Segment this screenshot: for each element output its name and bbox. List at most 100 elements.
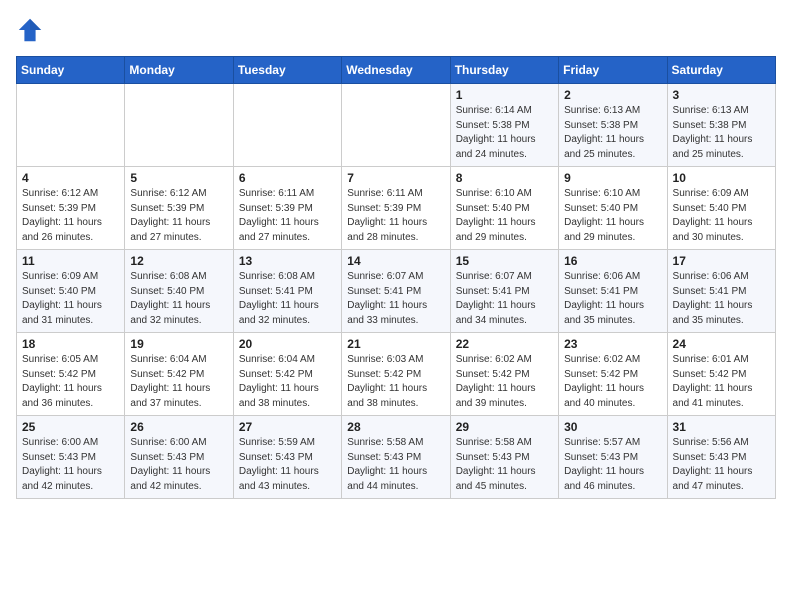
calendar-header: SundayMondayTuesdayWednesdayThursdayFrid… bbox=[17, 57, 776, 84]
calendar-cell: 8 Sunrise: 6:10 AM Sunset: 5:40 PM Daylig… bbox=[450, 167, 558, 250]
day-number: 30 bbox=[564, 420, 661, 434]
day-info: Sunrise: 6:12 AM Sunset: 5:39 PM Dayligh… bbox=[22, 187, 119, 245]
calendar-cell: 12Sunrise: 6:08 AM Sunset: 5:40 PM Dayli… bbox=[125, 250, 233, 333]
day-number: 6 bbox=[239, 171, 336, 185]
day-number: 19 bbox=[130, 337, 227, 351]
calendar-cell bbox=[17, 84, 125, 167]
calendar-cell: 17 Sunrise: 6:06 AM Sunset: 5:41 PM Dayli… bbox=[667, 250, 775, 333]
header-row: SundayMondayTuesdayWednesdayThursdayFrid… bbox=[17, 57, 776, 84]
logo-icon bbox=[16, 16, 44, 44]
day-info: Sunrise: 6:11 AM Sunset: 5:39 PM Dayligh… bbox=[347, 187, 444, 245]
day-number: 2 bbox=[564, 88, 661, 102]
day-info: Sunrise: 6:07 AM Sunset: 5:41 PM Dayligh… bbox=[347, 270, 444, 328]
day-number: 4 bbox=[22, 171, 119, 185]
header-cell-friday: Friday bbox=[559, 57, 667, 84]
header-cell-sunday: Sunday bbox=[17, 57, 125, 84]
calendar-cell: 27 Sunrise: 5:59 AM Sunset: 5:43 PM Dayli… bbox=[233, 416, 341, 499]
calendar-cell: 23 Sunrise: 6:02 AM Sunset: 5:42 PM Dayli… bbox=[559, 333, 667, 416]
calendar-cell: 20 Sunrise: 6:04 AM Sunset: 5:42 PM Dayli… bbox=[233, 333, 341, 416]
day-info: Sunrise: 6:14 AM Sunset: 5:38 PM Dayligh… bbox=[456, 104, 553, 162]
day-info: Sunrise: 6:01 AM Sunset: 5:42 PM Dayligh… bbox=[673, 353, 770, 411]
day-number: 18 bbox=[22, 337, 119, 351]
day-number: 3 bbox=[673, 88, 770, 102]
calendar-cell bbox=[125, 84, 233, 167]
page-header bbox=[16, 16, 776, 44]
day-info: Sunrise: 6:07 AM Sunset: 5:41 PM Dayligh… bbox=[456, 270, 553, 328]
calendar-cell: 1 Sunrise: 6:14 AM Sunset: 5:38 PM Daylig… bbox=[450, 84, 558, 167]
day-info: Sunrise: 6:13 AM Sunset: 5:38 PM Dayligh… bbox=[673, 104, 770, 162]
day-info: Sunrise: 6:02 AM Sunset: 5:42 PM Dayligh… bbox=[564, 353, 661, 411]
calendar-cell: 6 Sunrise: 6:11 AM Sunset: 5:39 PM Daylig… bbox=[233, 167, 341, 250]
day-info: Sunrise: 6:05 AM Sunset: 5:42 PM Dayligh… bbox=[22, 353, 119, 411]
day-info: Sunrise: 5:59 AM Sunset: 5:43 PM Dayligh… bbox=[239, 436, 336, 494]
calendar-week-2: 4 Sunrise: 6:12 AM Sunset: 5:39 PM Daylig… bbox=[17, 167, 776, 250]
calendar-cell: 22 Sunrise: 6:02 AM Sunset: 5:42 PM Dayli… bbox=[450, 333, 558, 416]
day-info: Sunrise: 5:57 AM Sunset: 5:43 PM Dayligh… bbox=[564, 436, 661, 494]
day-info: Sunrise: 6:11 AM Sunset: 5:39 PM Dayligh… bbox=[239, 187, 336, 245]
day-number: 17 bbox=[673, 254, 770, 268]
day-number: 1 bbox=[456, 88, 553, 102]
day-info: Sunrise: 6:10 AM Sunset: 5:40 PM Dayligh… bbox=[456, 187, 553, 245]
day-number: 27 bbox=[239, 420, 336, 434]
calendar-cell: 10Sunrise: 6:09 AM Sunset: 5:40 PM Dayli… bbox=[667, 167, 775, 250]
day-number: 7 bbox=[347, 171, 444, 185]
day-number: 11 bbox=[22, 254, 119, 268]
calendar-cell: 29 Sunrise: 5:58 AM Sunset: 5:43 PM Dayli… bbox=[450, 416, 558, 499]
day-info: Sunrise: 6:02 AM Sunset: 5:42 PM Dayligh… bbox=[456, 353, 553, 411]
calendar-cell: 4 Sunrise: 6:12 AM Sunset: 5:39 PM Daylig… bbox=[17, 167, 125, 250]
calendar-week-1: 1 Sunrise: 6:14 AM Sunset: 5:38 PM Daylig… bbox=[17, 84, 776, 167]
day-number: 9 bbox=[564, 171, 661, 185]
calendar-cell: 16 Sunrise: 6:06 AM Sunset: 5:41 PM Dayli… bbox=[559, 250, 667, 333]
calendar-cell: 31 Sunrise: 5:56 AM Sunset: 5:43 PM Dayli… bbox=[667, 416, 775, 499]
day-number: 5 bbox=[130, 171, 227, 185]
calendar-week-5: 25 Sunrise: 6:00 AM Sunset: 5:43 PM Dayli… bbox=[17, 416, 776, 499]
calendar-cell: 9 Sunrise: 6:10 AM Sunset: 5:40 PM Daylig… bbox=[559, 167, 667, 250]
day-number: 14 bbox=[347, 254, 444, 268]
day-number: 15 bbox=[456, 254, 553, 268]
day-number: 12 bbox=[130, 254, 227, 268]
day-number: 31 bbox=[673, 420, 770, 434]
day-info: Sunrise: 5:58 AM Sunset: 5:43 PM Dayligh… bbox=[456, 436, 553, 494]
day-number: 16 bbox=[564, 254, 661, 268]
calendar-cell: 25 Sunrise: 6:00 AM Sunset: 5:43 PM Dayli… bbox=[17, 416, 125, 499]
day-info: Sunrise: 6:06 AM Sunset: 5:41 PM Dayligh… bbox=[673, 270, 770, 328]
calendar-cell: 11Sunrise: 6:09 AM Sunset: 5:40 PM Dayli… bbox=[17, 250, 125, 333]
day-info: Sunrise: 6:13 AM Sunset: 5:38 PM Dayligh… bbox=[564, 104, 661, 162]
calendar-cell: 28 Sunrise: 5:58 AM Sunset: 5:43 PM Dayli… bbox=[342, 416, 450, 499]
header-cell-monday: Monday bbox=[125, 57, 233, 84]
header-cell-thursday: Thursday bbox=[450, 57, 558, 84]
day-info: Sunrise: 6:10 AM Sunset: 5:40 PM Dayligh… bbox=[564, 187, 661, 245]
day-number: 20 bbox=[239, 337, 336, 351]
logo bbox=[16, 16, 48, 44]
day-number: 10 bbox=[673, 171, 770, 185]
calendar-week-3: 11Sunrise: 6:09 AM Sunset: 5:40 PM Dayli… bbox=[17, 250, 776, 333]
calendar-cell: 21Sunrise: 6:03 AM Sunset: 5:42 PM Dayli… bbox=[342, 333, 450, 416]
day-info: Sunrise: 6:04 AM Sunset: 5:42 PM Dayligh… bbox=[130, 353, 227, 411]
day-number: 29 bbox=[456, 420, 553, 434]
calendar-cell bbox=[233, 84, 341, 167]
header-cell-tuesday: Tuesday bbox=[233, 57, 341, 84]
day-info: Sunrise: 6:04 AM Sunset: 5:42 PM Dayligh… bbox=[239, 353, 336, 411]
calendar-cell: 26Sunrise: 6:00 AM Sunset: 5:43 PM Dayli… bbox=[125, 416, 233, 499]
day-info: Sunrise: 6:06 AM Sunset: 5:41 PM Dayligh… bbox=[564, 270, 661, 328]
day-number: 22 bbox=[456, 337, 553, 351]
day-info: Sunrise: 5:58 AM Sunset: 5:43 PM Dayligh… bbox=[347, 436, 444, 494]
day-number: 25 bbox=[22, 420, 119, 434]
calendar-body: 1 Sunrise: 6:14 AM Sunset: 5:38 PM Daylig… bbox=[17, 84, 776, 499]
calendar-cell: 13 Sunrise: 6:08 AM Sunset: 5:41 PM Dayli… bbox=[233, 250, 341, 333]
day-number: 13 bbox=[239, 254, 336, 268]
calendar-week-4: 18 Sunrise: 6:05 AM Sunset: 5:42 PM Dayli… bbox=[17, 333, 776, 416]
calendar-cell: 5 Sunrise: 6:12 AM Sunset: 5:39 PM Daylig… bbox=[125, 167, 233, 250]
day-info: Sunrise: 6:12 AM Sunset: 5:39 PM Dayligh… bbox=[130, 187, 227, 245]
day-info: Sunrise: 6:00 AM Sunset: 5:43 PM Dayligh… bbox=[22, 436, 119, 494]
day-number: 23 bbox=[564, 337, 661, 351]
day-info: Sunrise: 5:56 AM Sunset: 5:43 PM Dayligh… bbox=[673, 436, 770, 494]
calendar-cell bbox=[342, 84, 450, 167]
day-info: Sunrise: 6:08 AM Sunset: 5:41 PM Dayligh… bbox=[239, 270, 336, 328]
day-number: 21 bbox=[347, 337, 444, 351]
calendar-cell: 24Sunrise: 6:01 AM Sunset: 5:42 PM Dayli… bbox=[667, 333, 775, 416]
calendar-cell: 18 Sunrise: 6:05 AM Sunset: 5:42 PM Dayli… bbox=[17, 333, 125, 416]
day-number: 8 bbox=[456, 171, 553, 185]
day-number: 28 bbox=[347, 420, 444, 434]
calendar-cell: 30 Sunrise: 5:57 AM Sunset: 5:43 PM Dayli… bbox=[559, 416, 667, 499]
